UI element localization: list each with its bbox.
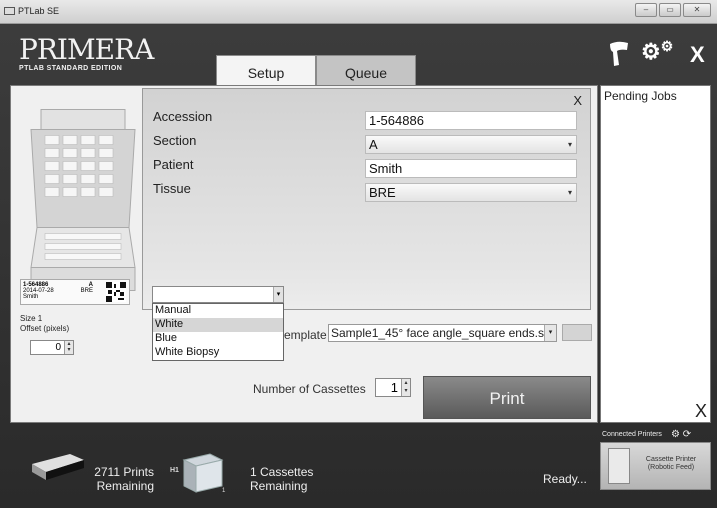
qr-code-icon: [106, 282, 126, 302]
template-browse-button[interactable]: [562, 324, 592, 341]
scanner-icon[interactable]: [608, 40, 630, 68]
dropdown-option-blue[interactable]: Blue: [153, 332, 283, 346]
printer-icon: [608, 448, 630, 484]
gears-icon[interactable]: ⚙⚙: [641, 38, 673, 65]
primera-logo: PRIMERA PTLAB STANDARD EDITION: [19, 33, 154, 73]
printer-name: Cassette Printer (Robotic Feed): [645, 456, 697, 471]
cassette-color-dropdown: Manual White Blue White Biopsy: [152, 303, 284, 361]
template-label: emplate: [284, 328, 327, 342]
template-select[interactable]: Sample1_45° face angle_square ends.s ▾: [328, 324, 557, 342]
dropdown-option-white-biopsy[interactable]: White Biopsy: [153, 346, 283, 360]
offset-stepper[interactable]: 0 ▴ ▾: [30, 340, 74, 355]
pending-jobs-panel: Pending Jobs X: [600, 85, 711, 423]
app-icon: [4, 7, 15, 15]
chevron-down-icon: ▾: [567, 140, 572, 149]
minimize-button[interactable]: –: [635, 3, 657, 17]
window-title: PTLab SE: [4, 6, 59, 16]
hopper-label: H1: [170, 467, 179, 474]
size-info: Size 1 Offset (pixels): [20, 314, 70, 333]
chevron-down-icon[interactable]: ▾: [273, 287, 283, 302]
patient-field[interactable]: Smith: [365, 159, 577, 178]
dropdown-option-white[interactable]: White: [153, 318, 283, 332]
refresh-icon[interactable]: ⟳: [683, 429, 691, 440]
tab-queue[interactable]: Queue: [316, 55, 416, 86]
spin-arrows-icon[interactable]: ▴ ▾: [64, 341, 73, 354]
tab-setup[interactable]: Setup: [216, 55, 316, 86]
hopper-icon: [182, 453, 224, 493]
printer-card[interactable]: Cassette Printer (Robotic Feed): [600, 442, 711, 490]
accession-field[interactable]: 1-564886: [365, 111, 577, 130]
cassette-preview: [30, 109, 136, 291]
cassette-count-stepper[interactable]: 1 ▴ ▾: [375, 378, 411, 397]
window-controls: – ▭ ✕: [635, 3, 711, 17]
status-text: Ready...: [543, 472, 587, 486]
dropdown-option-manual[interactable]: Manual: [153, 304, 283, 318]
cassette-color-select[interactable]: ▾: [152, 286, 284, 303]
spin-arrows-icon[interactable]: ▴ ▾: [401, 379, 410, 396]
accession-label: Accession: [153, 109, 213, 124]
maximize-button[interactable]: ▭: [659, 3, 681, 17]
chevron-down-icon: ▾: [567, 188, 572, 197]
hopper-number: 1: [222, 488, 226, 494]
tab-bar: Setup Queue: [216, 55, 416, 86]
title-bar: PTLab SE – ▭ ✕: [0, 0, 717, 24]
pending-jobs-title: Pending Jobs: [604, 89, 677, 103]
clear-pending-button[interactable]: X: [695, 401, 707, 422]
ribbon-icon: [32, 454, 84, 480]
tissue-label: Tissue: [153, 181, 191, 196]
panel-close-button[interactable]: X: [573, 93, 582, 108]
number-of-cassettes-label: Number of Cassettes: [253, 382, 366, 396]
prints-remaining: 2711 Prints Remaining: [94, 465, 154, 493]
cassettes-remaining: 1 Cassettes Remaining: [250, 465, 314, 493]
exit-button[interactable]: X: [690, 42, 705, 68]
close-window-button[interactable]: ✕: [683, 3, 711, 17]
chevron-down-icon[interactable]: ▾: [544, 325, 556, 341]
cassette-label-preview: 1-564886 A 2014-07-28 BRE Smith: [20, 279, 130, 305]
gear-icon[interactable]: ⚙: [671, 429, 680, 440]
case-info-panel: X Accession 1-564886 Section A ▾ Patient …: [142, 88, 591, 310]
connected-printers-label: Connected Printers: [602, 431, 662, 438]
patient-label: Patient: [153, 157, 194, 172]
section-label: Section: [153, 133, 197, 148]
printer-tools: ⚙ ⟳: [671, 429, 691, 440]
print-button[interactable]: Print: [423, 376, 591, 419]
section-select[interactable]: A ▾: [365, 135, 577, 154]
tissue-select[interactable]: BRE ▾: [365, 183, 577, 202]
